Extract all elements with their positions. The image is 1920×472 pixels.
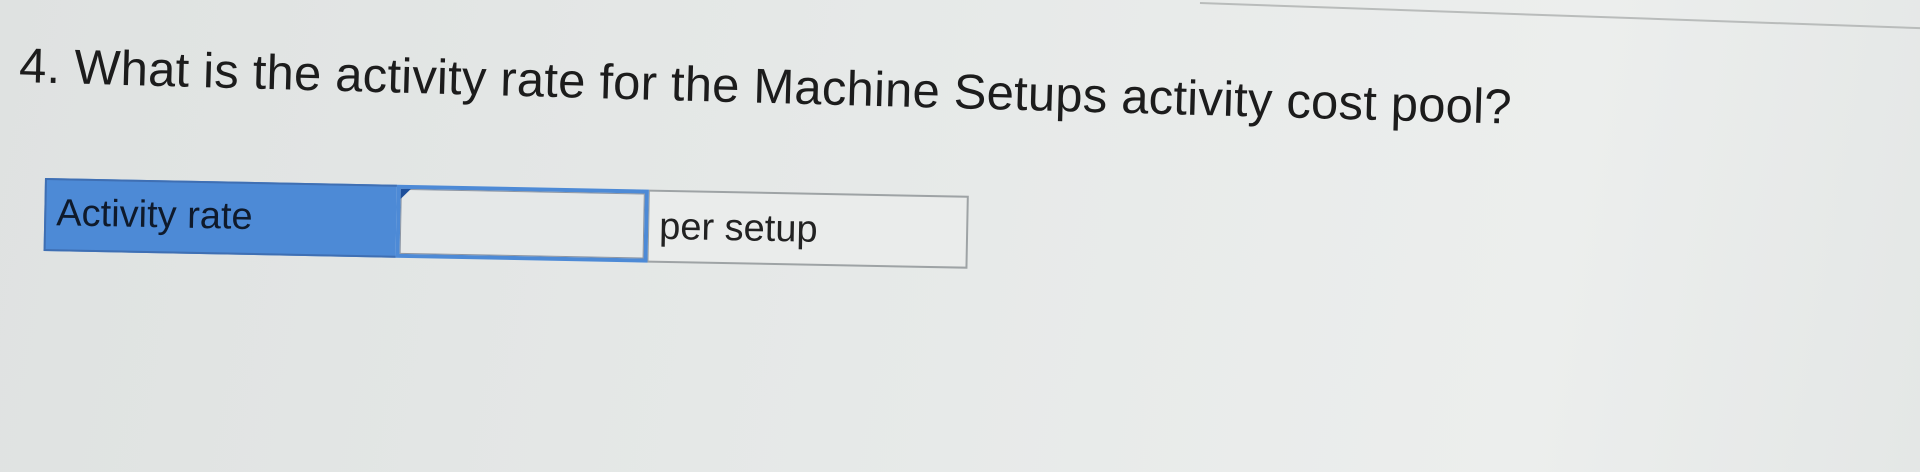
activity-rate-input-cell [395, 184, 649, 263]
activity-rate-input[interactable] [399, 188, 645, 259]
answer-row: Activity rate per setup [43, 178, 969, 269]
per-setup-unit-label: per setup [647, 189, 969, 269]
activity-rate-label: Activity rate [43, 178, 397, 258]
top-divider-line [0, 0, 1920, 30]
question-text: 4. What is the activity rate for the Mac… [18, 38, 1513, 135]
